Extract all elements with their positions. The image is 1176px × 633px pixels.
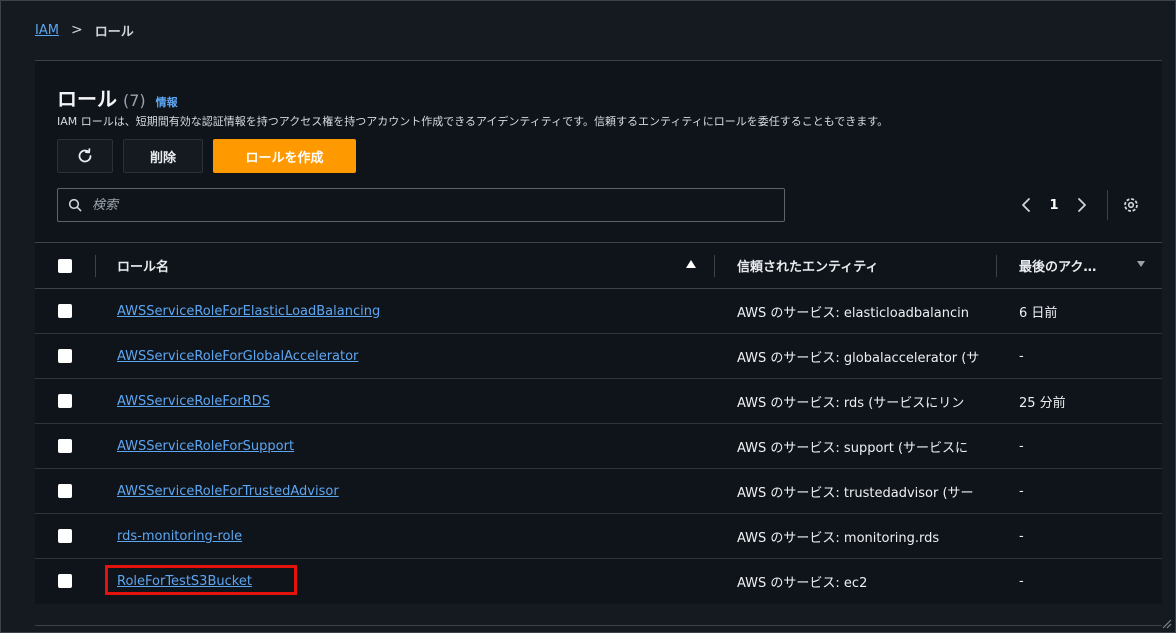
row-checkbox[interactable] [58, 574, 72, 588]
search-icon [68, 198, 82, 212]
breadcrumb-separator: > [70, 22, 83, 38]
role-name-link[interactable]: rds-monitoring-role [117, 529, 242, 544]
trusted-entity: AWS のサービス: trustedadvisor (サー [737, 485, 974, 501]
last-activity: - [1019, 438, 1024, 454]
page-title: ロール [57, 87, 117, 111]
roles-panel: ロール (7) 情報 IAM ロールは、短期間有効な認証情報を持つアクセス権を持… [35, 60, 1162, 604]
column-separator [714, 255, 715, 277]
prev-page-button[interactable] [1011, 197, 1041, 213]
column-separator [996, 255, 997, 277]
sort-ascending-icon[interactable] [686, 260, 696, 268]
last-activity: 25 分前 [1019, 395, 1066, 411]
last-activity: - [1019, 573, 1024, 589]
role-name-link[interactable]: AWSServiceRoleForGlobalAccelerator [117, 349, 358, 364]
refresh-icon [78, 148, 92, 163]
table-header: ロール名 信頼されたエンティティ 最後のアク… [35, 242, 1162, 289]
column-header-trusted-entity[interactable]: 信頼されたエンティティ [737, 256, 1019, 275]
trusted-entity: AWS のサービス: rds (サービスにリン [737, 395, 965, 411]
select-all-checkbox[interactable] [58, 258, 72, 273]
breadcrumb: IAM > ロール [35, 20, 134, 40]
create-role-button[interactable]: ロールを作成 [213, 139, 356, 173]
row-checkbox[interactable] [58, 439, 72, 453]
panel-header: ロール (7) 情報 IAM ロールは、短期間有効な認証情報を持つアクセス権を持… [57, 83, 1142, 129]
page-number[interactable]: 1 [1041, 198, 1067, 213]
table-settings-button[interactable] [1120, 196, 1142, 214]
bottom-divider [35, 625, 1162, 626]
next-page-button[interactable] [1067, 197, 1097, 213]
trusted-entity: AWS のサービス: globalaccelerator (サ [737, 350, 980, 366]
table-row: AWSServiceRoleForElasticLoadBalancing AW… [35, 289, 1162, 334]
row-checkbox[interactable] [58, 484, 72, 498]
delete-button[interactable]: 削除 [123, 139, 203, 173]
last-activity: - [1019, 348, 1024, 364]
search-box [57, 188, 785, 222]
pager-divider [1107, 190, 1108, 220]
row-checkbox[interactable] [58, 394, 72, 408]
column-separator [95, 255, 96, 277]
trusted-entity: AWS のサービス: monitoring.rds [737, 530, 940, 546]
gear-icon [1124, 198, 1138, 212]
table-row: AWSServiceRoleForRDS AWS のサービス: rds (サービ… [35, 379, 1162, 424]
pagination: 1 [1011, 188, 1142, 222]
column-options-icon[interactable] [1137, 261, 1145, 267]
trusted-entity: AWS のサービス: elasticloadbalancin [737, 305, 969, 321]
table-row: RoleForTestS3Bucket AWS のサービス: ec2 - [35, 559, 1162, 603]
table-row: AWSServiceRoleForGlobalAccelerator AWS の… [35, 334, 1162, 379]
role-name-link[interactable]: AWSServiceRoleForRDS [117, 394, 270, 409]
table-row: AWSServiceRoleForSupport AWS のサービス: supp… [35, 424, 1162, 469]
role-name-link[interactable]: RoleForTestS3Bucket [117, 574, 252, 589]
last-activity: - [1019, 483, 1024, 499]
role-name-link[interactable]: AWSServiceRoleForElasticLoadBalancing [117, 304, 380, 319]
role-count: (7) [123, 91, 146, 110]
row-checkbox[interactable] [58, 349, 72, 363]
roles-table: ロール名 信頼されたエンティティ 最後のアク… AWSServiceRoleFo… [35, 242, 1162, 603]
resize-grip-icon[interactable] [1160, 617, 1172, 629]
last-activity: 6 日前 [1019, 305, 1058, 321]
trusted-entity: AWS のサービス: ec2 [737, 575, 868, 591]
table-row: rds-monitoring-role AWS のサービス: monitorin… [35, 514, 1162, 559]
page-description: IAM ロールは、短期間有効な認証情報を持つアクセス権を持つアカウント作成できる… [57, 115, 889, 128]
role-name-link[interactable]: AWSServiceRoleForSupport [117, 439, 294, 454]
chevron-left-icon [1022, 198, 1030, 212]
row-checkbox[interactable] [58, 529, 72, 543]
breadcrumb-iam-link[interactable]: IAM [35, 23, 59, 38]
row-checkbox[interactable] [58, 304, 72, 318]
table-row: AWSServiceRoleForTrustedAdvisor AWS のサービ… [35, 469, 1162, 514]
refresh-button[interactable] [57, 139, 113, 173]
breadcrumb-current: ロール [94, 24, 134, 40]
trusted-entity: AWS のサービス: support (サービスに [737, 440, 969, 456]
last-activity: - [1019, 528, 1024, 544]
chevron-right-icon [1078, 198, 1086, 212]
column-header-role-name[interactable]: ロール名 [95, 256, 737, 275]
search-input[interactable] [90, 196, 784, 214]
toolbar: 削除 ロールを作成 [57, 139, 356, 173]
role-name-link[interactable]: AWSServiceRoleForTrustedAdvisor [117, 484, 339, 499]
info-link[interactable]: 情報 [156, 94, 178, 110]
